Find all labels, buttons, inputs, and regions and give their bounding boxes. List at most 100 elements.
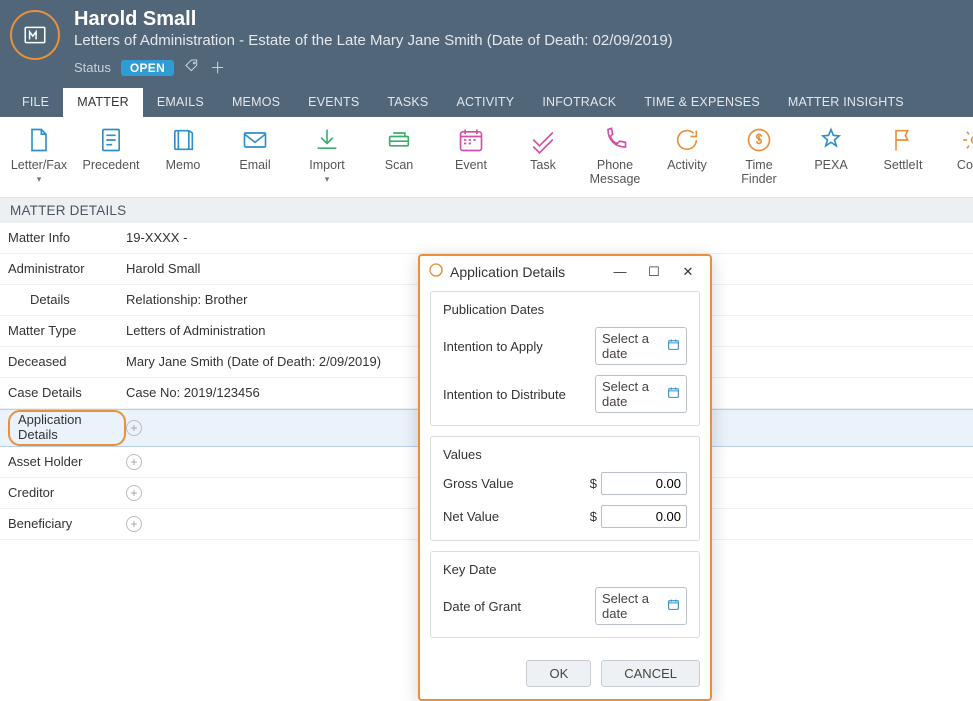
matter-subtitle: Letters of Administration - Estate of th… — [74, 32, 673, 49]
cancel-button[interactable]: CANCEL — [601, 660, 700, 687]
label-intention-distribute: Intention to Distribute — [443, 387, 566, 402]
tab-infotrack[interactable]: INFOTRACK — [528, 88, 630, 117]
tool-import[interactable]: Import ▾ — [302, 125, 352, 187]
detail-label: Case Details — [8, 385, 126, 400]
detail-value: Relationship: Brother — [126, 292, 247, 307]
tool-scan[interactable]: Scan — [374, 125, 424, 187]
add-tag-icon[interactable]: ＋ — [210, 57, 225, 78]
date-of-grant[interactable]: Select a date — [595, 587, 687, 625]
tab-file[interactable]: FILE — [8, 88, 63, 117]
tool-label: PEXA — [814, 159, 847, 173]
matter-logo-icon — [10, 10, 60, 60]
tool-label: SettleIt — [884, 159, 923, 173]
refresh-icon — [672, 125, 702, 155]
tool-label: Time Finder — [741, 159, 776, 187]
label-date-of-grant: Date of Grant — [443, 599, 521, 614]
status-badge: OPEN — [121, 60, 174, 76]
group-title-values: Values — [443, 447, 687, 462]
status-label: Status — [74, 60, 111, 75]
tab-time-expenses[interactable]: TIME & EXPENSES — [630, 88, 774, 117]
phone-icon — [600, 125, 630, 155]
input-net-value[interactable] — [601, 505, 687, 528]
dialog-titlebar: Application Details — ☐ ✕ — [420, 256, 710, 287]
gear-icon — [960, 125, 973, 155]
label-gross-value: Gross Value — [443, 476, 514, 491]
calendar-icon — [667, 338, 680, 354]
tool-activity[interactable]: Activity — [662, 125, 712, 187]
detail-value: Harold Small — [126, 261, 200, 276]
label-net-value: Net Value — [443, 509, 499, 524]
tab-emails[interactable]: EMAILS — [143, 88, 218, 117]
tool-event[interactable]: Event — [446, 125, 496, 187]
add-button[interactable]: + — [126, 485, 142, 501]
add-button[interactable]: + — [126, 454, 142, 470]
dialog-title: Application Details — [450, 264, 565, 280]
tool-time-finder[interactable]: Time Finder — [734, 125, 784, 187]
tool-letter-fax[interactable]: Letter/Fax▾ — [14, 125, 64, 187]
detail-value: 19-XXXX - — [126, 230, 187, 245]
close-button[interactable]: ✕ — [674, 264, 702, 280]
tool-pexa[interactable]: PEXA — [806, 125, 856, 187]
calendar-icon — [667, 386, 680, 402]
detail-label: Details — [8, 292, 126, 307]
date-intention-distribute[interactable]: Select a date — [595, 375, 687, 413]
tab-events[interactable]: EVENTS — [294, 88, 373, 117]
tool-label: Memo — [166, 159, 201, 173]
tool-label: Import — [309, 159, 344, 173]
mail-icon — [240, 125, 270, 155]
detail-label: Creditor — [8, 485, 126, 500]
tool-phone-message[interactable]: Phone Message — [590, 125, 640, 187]
calendar-icon — [456, 125, 486, 155]
group-title-pub: Publication Dates — [443, 302, 687, 317]
group-values: Values Gross Value $ Net Value $ — [430, 436, 700, 541]
chevron-down-icon: ▾ — [37, 177, 42, 182]
label-intention-apply: Intention to Apply — [443, 339, 543, 354]
chevron-down-icon: ▾ — [325, 177, 330, 182]
tool-label: Precedent — [83, 159, 140, 173]
input-gross-value[interactable] — [601, 472, 687, 495]
add-button[interactable]: + — [126, 420, 142, 436]
tab-memos[interactable]: MEMOS — [218, 88, 294, 117]
tool-label: Event — [455, 159, 487, 173]
tag-icon[interactable] — [184, 58, 200, 78]
group-publication-dates: Publication Dates Intention to Apply Sel… — [430, 291, 700, 426]
doc-fold-icon — [24, 125, 54, 155]
tool-label: Activity — [667, 159, 707, 173]
date-intention-apply[interactable]: Select a date — [595, 327, 687, 365]
tool-memo[interactable]: Memo — [158, 125, 208, 187]
tool-settleit[interactable]: SettleIt — [878, 125, 928, 187]
tool-task[interactable]: Task — [518, 125, 568, 187]
tool-label: Email — [239, 159, 270, 173]
group-title-key-date: Key Date — [443, 562, 687, 577]
tab-tasks[interactable]: TASKS — [373, 88, 442, 117]
tool-label: Scan — [385, 159, 414, 173]
tab-matter-insights[interactable]: MATTER INSIGHTS — [774, 88, 918, 117]
add-button[interactable]: + — [126, 516, 142, 532]
check-icon — [528, 125, 558, 155]
maximize-button[interactable]: ☐ — [640, 264, 668, 280]
ok-button[interactable]: OK — [526, 660, 591, 687]
detail-label: Application Details — [8, 410, 126, 446]
detail-value: Case No: 2019/123456 — [126, 385, 260, 400]
detail-value: Mary Jane Smith (Date of Death: 2/09/201… — [126, 354, 381, 369]
clock-dollar-icon — [744, 125, 774, 155]
detail-label: Asset Holder — [8, 454, 126, 469]
detail-value: Letters of Administration — [126, 323, 265, 338]
section-matter-details: MATTER DETAILS — [0, 198, 973, 223]
detail-label: Matter Info — [8, 230, 126, 245]
tool-label: Phone Message — [590, 159, 641, 187]
application-details-dialog: Application Details — ☐ ✕ Publication Da… — [418, 254, 712, 701]
currency-symbol: $ — [590, 509, 597, 524]
tab-matter[interactable]: MATTER — [63, 88, 143, 117]
tool-label: Task — [530, 159, 556, 173]
minimize-button[interactable]: — — [606, 264, 634, 279]
tool-email[interactable]: Email — [230, 125, 280, 187]
download-icon — [312, 125, 342, 155]
tab-activity[interactable]: ACTIVITY — [442, 88, 528, 117]
star-icon — [816, 125, 846, 155]
tool-precedent[interactable]: Precedent — [86, 125, 136, 187]
tool-label: Config — [957, 159, 973, 173]
group-key-date: Key Date Date of Grant Select a date — [430, 551, 700, 638]
dialog-app-icon — [428, 262, 444, 281]
tool-config[interactable]: Config — [950, 125, 973, 187]
